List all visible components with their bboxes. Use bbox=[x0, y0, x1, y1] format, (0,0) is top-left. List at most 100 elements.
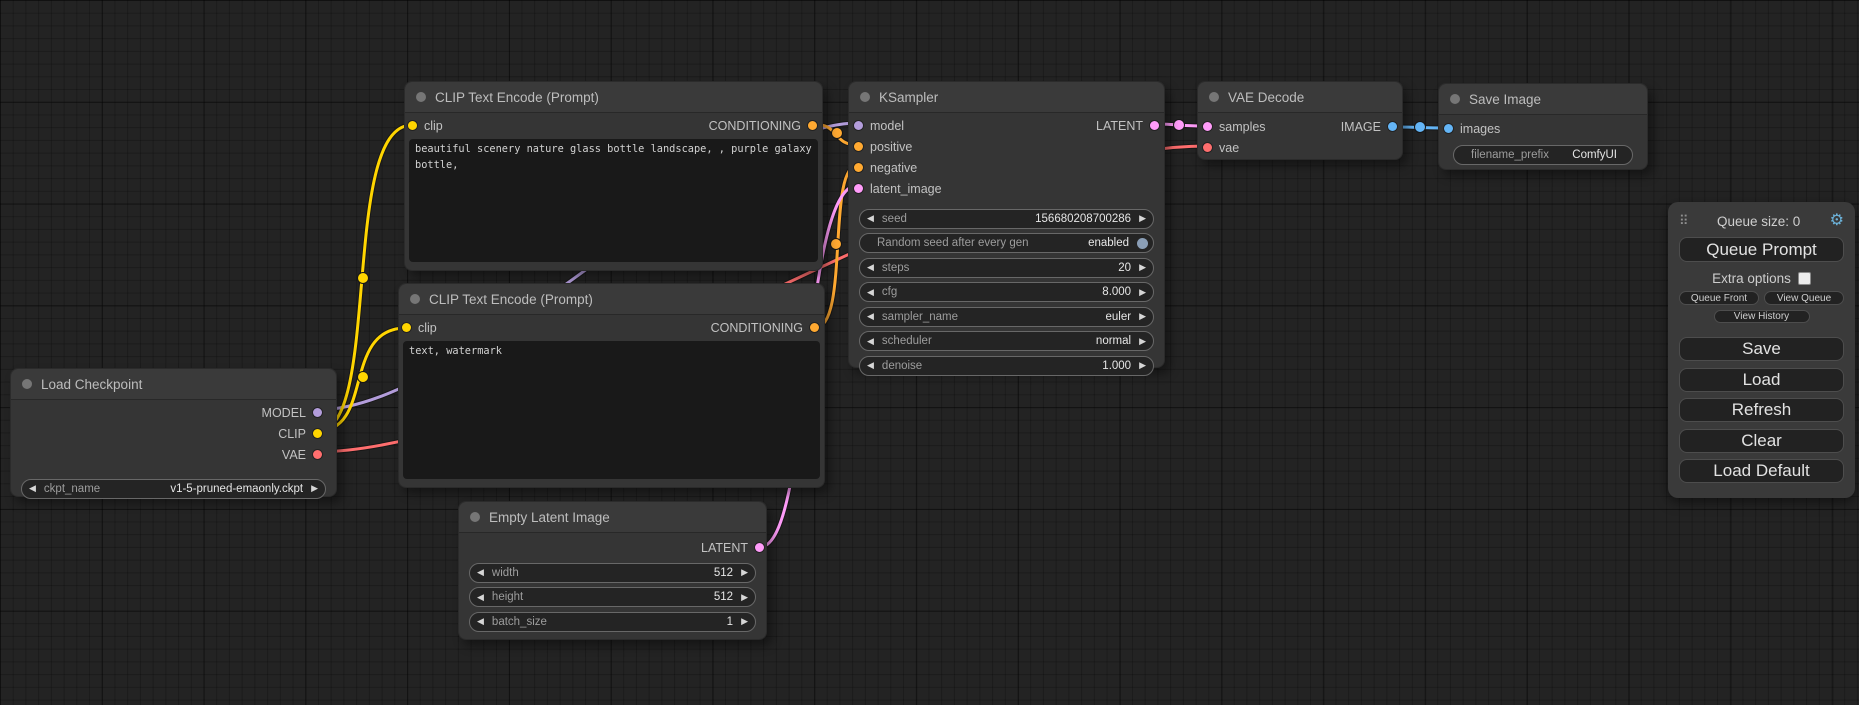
input-label-vae: vae bbox=[1219, 141, 1239, 155]
node-clip-text-encode-negative[interactable]: CLIP Text Encode (Prompt) clip CONDITION… bbox=[398, 283, 825, 488]
batch-size-widget[interactable]: ◀ batch_size 1 ▶ bbox=[469, 612, 756, 632]
input-label-negative: negative bbox=[870, 161, 917, 175]
node-clip-text-encode-positive[interactable]: CLIP Text Encode (Prompt) clip CONDITION… bbox=[404, 81, 823, 271]
queue-prompt-button[interactable]: Queue Prompt bbox=[1679, 237, 1844, 262]
refresh-button[interactable]: Refresh bbox=[1679, 398, 1844, 422]
queue-menu-panel: ⠿ Queue size: 0 ⚙ Queue Prompt Extra opt… bbox=[1668, 202, 1855, 498]
drag-handle-icon[interactable]: ⠿ bbox=[1679, 213, 1688, 229]
decrement-arrow-icon[interactable]: ◀ bbox=[477, 593, 484, 602]
vae-output-port[interactable] bbox=[313, 450, 322, 459]
width-widget[interactable]: ◀ width 512 ▶ bbox=[469, 563, 756, 583]
collapse-dot-icon[interactable] bbox=[416, 92, 426, 102]
settings-gear-icon[interactable]: ⚙ bbox=[1830, 213, 1844, 229]
output-label-model: MODEL bbox=[262, 406, 306, 420]
collapse-dot-icon[interactable] bbox=[410, 294, 420, 304]
latent-output-port[interactable] bbox=[1150, 121, 1159, 130]
node-title-bar[interactable]: CLIP Text Encode (Prompt) bbox=[399, 284, 824, 315]
increment-arrow-icon[interactable]: ▶ bbox=[1139, 361, 1146, 370]
filename-prefix-widget[interactable]: filename_prefix ComfyUI bbox=[1453, 145, 1633, 165]
collapse-dot-icon[interactable] bbox=[22, 379, 32, 389]
toggle-circle-icon[interactable] bbox=[1137, 238, 1148, 249]
decrement-arrow-icon[interactable]: ◀ bbox=[867, 361, 874, 370]
decrement-arrow-icon[interactable]: ◀ bbox=[867, 263, 874, 272]
node-title: KSampler bbox=[879, 90, 938, 105]
seed-widget[interactable]: ◀ seed 156680208700286 ▶ bbox=[859, 209, 1154, 229]
increment-arrow-icon[interactable]: ▶ bbox=[741, 593, 748, 602]
node-title-bar[interactable]: Empty Latent Image bbox=[459, 502, 766, 533]
clip-input-port[interactable] bbox=[402, 323, 411, 332]
clip-output-port[interactable] bbox=[313, 429, 322, 438]
decrement-arrow-icon[interactable]: ◀ bbox=[867, 337, 874, 346]
positive-input-port[interactable] bbox=[854, 142, 863, 151]
increment-arrow-icon[interactable]: ▶ bbox=[1139, 263, 1146, 272]
node-save-image[interactable]: Save Image images filename_prefix ComfyU… bbox=[1438, 83, 1648, 170]
load-button[interactable]: Load bbox=[1679, 368, 1844, 392]
decrement-arrow-icon[interactable]: ◀ bbox=[867, 288, 874, 297]
ckpt-name-widget[interactable]: ◀ ckpt_name v1-5-pruned-emaonly.ckpt ▶ bbox=[21, 479, 326, 499]
negative-input-port[interactable] bbox=[854, 163, 863, 172]
node-load-checkpoint[interactable]: Load Checkpoint MODEL CLIP VAE ◀ ckpt_na… bbox=[10, 368, 337, 497]
input-label-clip: clip bbox=[424, 119, 443, 133]
view-queue-button[interactable]: View Queue bbox=[1764, 291, 1844, 305]
random-seed-toggle-widget[interactable]: Random seed after every gen enabled bbox=[859, 233, 1154, 253]
node-title: Load Checkpoint bbox=[41, 377, 142, 392]
node-title: CLIP Text Encode (Prompt) bbox=[435, 90, 599, 105]
node-title-bar[interactable]: Save Image bbox=[1439, 84, 1647, 115]
steps-widget[interactable]: ◀ steps 20 ▶ bbox=[859, 258, 1154, 278]
image-output-port[interactable] bbox=[1388, 122, 1397, 131]
node-title-bar[interactable]: CLIP Text Encode (Prompt) bbox=[405, 82, 822, 113]
output-label-clip: CLIP bbox=[278, 427, 306, 441]
node-vae-decode[interactable]: VAE Decode samples IMAGE vae bbox=[1197, 81, 1403, 160]
positive-prompt-textarea[interactable]: beautiful scenery nature glass bottle la… bbox=[409, 139, 818, 262]
queue-front-button[interactable]: Queue Front bbox=[1679, 291, 1759, 305]
latent-output-port[interactable] bbox=[755, 543, 764, 552]
conditioning-output-port[interactable] bbox=[808, 121, 817, 130]
images-input-port[interactable] bbox=[1444, 124, 1453, 133]
collapse-dot-icon[interactable] bbox=[1450, 94, 1460, 104]
decrement-arrow-icon[interactable]: ◀ bbox=[477, 568, 484, 577]
model-input-port[interactable] bbox=[854, 121, 863, 130]
node-empty-latent-image[interactable]: Empty Latent Image LATENT ◀ width 512 ▶ … bbox=[458, 501, 767, 640]
view-history-button[interactable]: View History bbox=[1714, 310, 1810, 323]
node-title-bar[interactable]: VAE Decode bbox=[1198, 82, 1402, 113]
collapse-dot-icon[interactable] bbox=[1209, 92, 1219, 102]
output-label-conditioning: CONDITIONING bbox=[709, 119, 801, 133]
increment-arrow-icon[interactable]: ▶ bbox=[1139, 312, 1146, 321]
node-title-bar[interactable]: KSampler bbox=[849, 82, 1164, 113]
vae-input-port[interactable] bbox=[1203, 143, 1212, 152]
extra-options-checkbox[interactable] bbox=[1798, 272, 1811, 285]
latent-image-input-port[interactable] bbox=[854, 184, 863, 193]
cfg-widget[interactable]: ◀ cfg 8.000 ▶ bbox=[859, 282, 1154, 302]
collapse-dot-icon[interactable] bbox=[860, 92, 870, 102]
increment-arrow-icon[interactable]: ▶ bbox=[1139, 214, 1146, 223]
denoise-widget[interactable]: ◀ denoise 1.000 ▶ bbox=[859, 356, 1154, 376]
decrement-arrow-icon[interactable]: ◀ bbox=[477, 617, 484, 626]
increment-arrow-icon[interactable]: ▶ bbox=[741, 568, 748, 577]
clear-button[interactable]: Clear bbox=[1679, 429, 1844, 453]
clip-input-port[interactable] bbox=[408, 121, 417, 130]
model-output-port[interactable] bbox=[313, 408, 322, 417]
node-title-bar[interactable]: Load Checkpoint bbox=[11, 369, 336, 400]
negative-prompt-textarea[interactable]: text, watermark bbox=[403, 341, 820, 479]
conditioning-output-port[interactable] bbox=[810, 323, 819, 332]
load-default-button[interactable]: Load Default bbox=[1679, 459, 1844, 483]
increment-arrow-icon[interactable]: ▶ bbox=[311, 484, 318, 493]
decrement-arrow-icon[interactable]: ◀ bbox=[29, 484, 36, 493]
output-label-latent: LATENT bbox=[701, 541, 748, 555]
output-label-latent: LATENT bbox=[1096, 119, 1143, 133]
sampler-name-widget[interactable]: ◀ sampler_name euler ▶ bbox=[859, 307, 1154, 327]
collapse-dot-icon[interactable] bbox=[470, 512, 480, 522]
node-title: Save Image bbox=[1469, 92, 1541, 107]
decrement-arrow-icon[interactable]: ◀ bbox=[867, 214, 874, 223]
increment-arrow-icon[interactable]: ▶ bbox=[1139, 337, 1146, 346]
samples-input-port[interactable] bbox=[1203, 122, 1212, 131]
node-ksampler[interactable]: KSampler model LATENT positive negative bbox=[848, 81, 1165, 368]
increment-arrow-icon[interactable]: ▶ bbox=[741, 617, 748, 626]
height-widget[interactable]: ◀ height 512 ▶ bbox=[469, 587, 756, 607]
input-label-model: model bbox=[870, 119, 904, 133]
save-button[interactable]: Save bbox=[1679, 337, 1844, 361]
scheduler-widget[interactable]: ◀ scheduler normal ▶ bbox=[859, 331, 1154, 351]
increment-arrow-icon[interactable]: ▶ bbox=[1139, 288, 1146, 297]
decrement-arrow-icon[interactable]: ◀ bbox=[867, 312, 874, 321]
node-graph-canvas[interactable]: Load Checkpoint MODEL CLIP VAE ◀ ckpt_na… bbox=[0, 0, 1859, 705]
